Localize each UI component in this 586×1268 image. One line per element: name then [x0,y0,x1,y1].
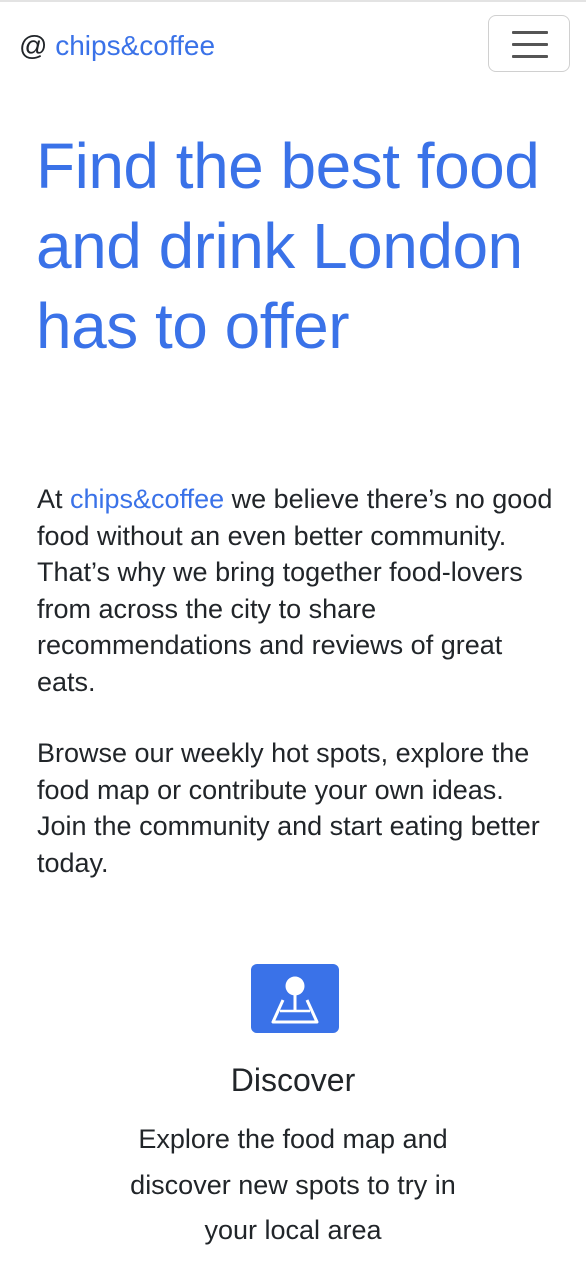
feature-description: Explore the food map and discover new sp… [130,1124,456,1245]
brand-name: chips&coffee [55,30,216,61]
feature-title: Discover [230,1062,356,1098]
page: @ chips&coffee Find the best food and dr… [0,0,586,1268]
hamburger-menu-icon-bar [512,55,548,58]
hamburger-menu-icon-bar [512,43,548,46]
intro-rest: we believe there’s no good food without … [37,484,553,697]
menu-toggle-button[interactable] [488,15,570,72]
intro-brand: chips&coffee [70,484,225,514]
brand-at-symbol: @ [19,30,48,61]
intro-paragraph-2: Browse our weekly hot spots, explore the… [37,738,540,878]
intro-paragraph: At chips&coffee we believe there’s no go… [37,481,557,700]
intro-lead: At [37,484,71,514]
hero-title: Find the best food and drink London has … [36,130,540,362]
feature-icon-tile [251,964,339,1033]
navbar: @ chips&coffee [0,2,586,88]
map-pin-icon [271,976,319,1024]
brand-link[interactable]: @ chips&coffee [19,29,215,63]
hamburger-menu-icon [512,31,548,34]
